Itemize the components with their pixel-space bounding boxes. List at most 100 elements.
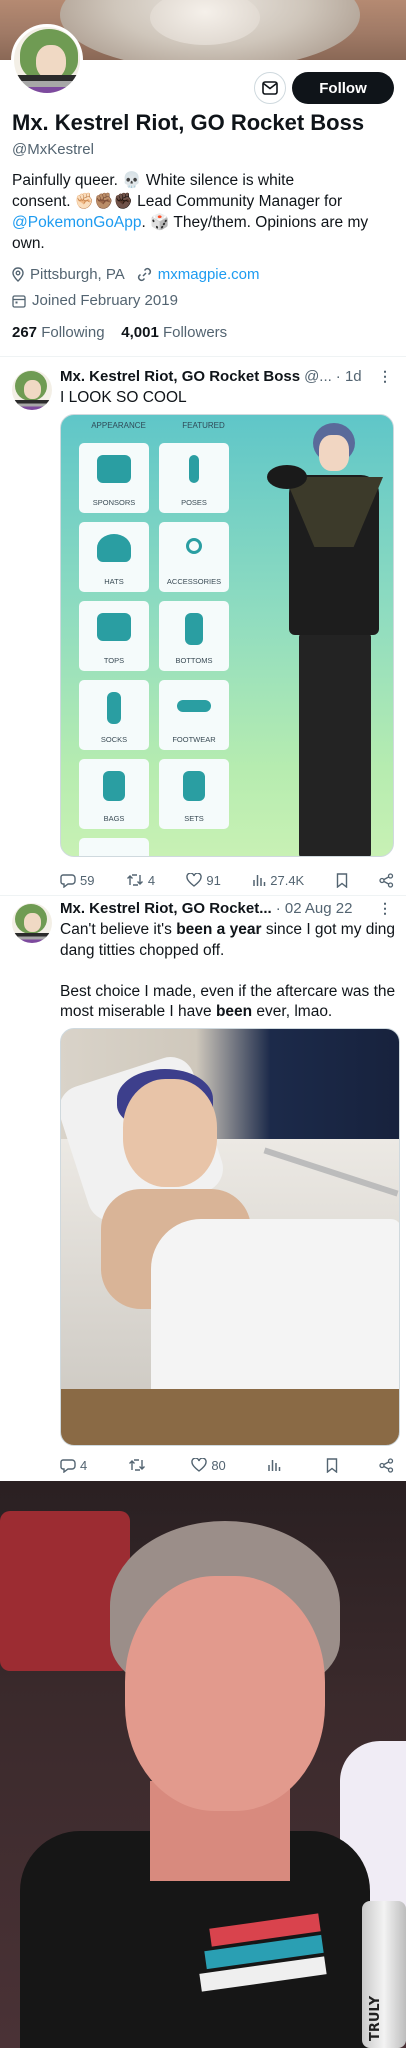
tile-accessories: ACCESSORIES bbox=[159, 522, 229, 592]
views-icon bbox=[253, 875, 266, 886]
share-icon bbox=[379, 872, 394, 888]
like-button[interactable]: 80 bbox=[191, 1458, 226, 1473]
like-count: 91 bbox=[206, 872, 221, 888]
like-button[interactable]: 91 bbox=[186, 872, 221, 888]
bio-line-1: Painfully queer. 💀 White silence is whit… bbox=[12, 172, 295, 189]
pants-icon bbox=[185, 613, 203, 645]
section-divider bbox=[0, 356, 406, 357]
mail-icon bbox=[262, 81, 278, 95]
tile-label: SPONSORS bbox=[92, 498, 136, 507]
tile-sponsors: SPONSORS bbox=[79, 443, 149, 513]
following-count: 267 bbox=[12, 324, 38, 341]
tweet-author-name[interactable]: Mx. Kestrel Riot, GO Rocket Boss bbox=[60, 368, 300, 385]
bookmark-button[interactable] bbox=[326, 1457, 338, 1473]
tile-hats: HATS bbox=[79, 522, 149, 592]
tile-label: POSES bbox=[181, 498, 207, 507]
views-button[interactable]: 27.4K bbox=[252, 873, 304, 888]
retweet-button[interactable] bbox=[128, 1458, 150, 1472]
floor bbox=[61, 1389, 399, 1445]
shoe-icon bbox=[177, 700, 211, 712]
followers-stat[interactable]: 4,001 Followers bbox=[121, 324, 227, 341]
bio-line-4: own. bbox=[12, 235, 45, 252]
following-label: Following bbox=[41, 324, 105, 341]
tile-label: TOPS bbox=[103, 656, 125, 665]
reply-icon bbox=[60, 1458, 76, 1473]
tweet-author-name[interactable]: Mx. Kestrel Riot, GO Rocket... bbox=[60, 900, 272, 917]
tile-bags: BAGS bbox=[79, 759, 149, 829]
more-options-icon[interactable]: ⋮ bbox=[378, 368, 392, 385]
tweet-timestamp[interactable]: · 1d bbox=[336, 368, 362, 385]
avatar-face bbox=[24, 380, 41, 399]
views-button[interactable] bbox=[267, 1458, 285, 1472]
tweet-body: I LOOK SO COOL bbox=[60, 389, 187, 406]
retweet-icon bbox=[129, 1459, 146, 1471]
person-face bbox=[125, 1576, 325, 1811]
location-pin-icon bbox=[12, 267, 24, 282]
profile-handle: @MxKestrel bbox=[12, 141, 94, 158]
profile-joined-row: Joined February 2019 bbox=[12, 292, 178, 309]
avatar-flag-stripe bbox=[12, 400, 52, 410]
reply-button[interactable]: 59 bbox=[60, 873, 94, 888]
tile-footwear: FOOTWEAR bbox=[159, 680, 229, 750]
profile-meta-row: Pittsburgh, PA mxmagpie.com bbox=[12, 266, 259, 283]
appearance-tabs: APPEARANCE FEATURED bbox=[73, 421, 243, 437]
tile-label: HATS bbox=[104, 577, 124, 586]
view-count: 27.4K bbox=[270, 872, 305, 888]
share-button[interactable] bbox=[379, 872, 394, 888]
share-button[interactable] bbox=[379, 1457, 394, 1473]
avatar-character bbox=[261, 415, 393, 856]
retweet-count: 4 bbox=[147, 872, 156, 888]
tweet-header: Mx. Kestrel Riot, GO Rocket Boss @... · … bbox=[60, 368, 362, 385]
selfie-photo[interactable]: TRULY bbox=[0, 1481, 406, 2048]
bookmark-button[interactable] bbox=[336, 872, 348, 888]
more-options-icon[interactable]: ⋮ bbox=[378, 900, 392, 917]
tweet-divider bbox=[0, 895, 406, 896]
tweet-timestamp[interactable]: · 02 Aug 22 bbox=[276, 900, 353, 917]
tweet-text: I LOOK SO COOL bbox=[60, 388, 396, 409]
character-legs bbox=[299, 633, 371, 856]
followers-count: 4,001 bbox=[121, 324, 159, 341]
tweet-avatar[interactable] bbox=[12, 903, 52, 943]
reply-icon bbox=[60, 873, 76, 888]
tile-label: SETS bbox=[184, 814, 204, 823]
views-icon bbox=[268, 1460, 281, 1471]
tweet-media-image[interactable] bbox=[60, 1028, 400, 1446]
tweet-paragraph: Can't believe it's been a year since I g… bbox=[60, 920, 396, 961]
tweet-author-handle[interactable]: @... bbox=[304, 368, 332, 385]
tile-poses: POSES bbox=[159, 443, 229, 513]
calendar-icon bbox=[12, 294, 26, 308]
tile-label: BAGS bbox=[103, 814, 125, 823]
can-label: TRULY bbox=[368, 1995, 383, 2041]
tweet-avatar[interactable] bbox=[12, 370, 52, 410]
tile-socks: SOCKS bbox=[79, 680, 149, 750]
message-button[interactable] bbox=[254, 72, 286, 104]
tab-appearance: APPEARANCE bbox=[91, 421, 146, 430]
tweet-text: Can't believe it's been a year since I g… bbox=[60, 920, 396, 1023]
profile-name: Mx. Kestrel Riot, GO Rocket Boss bbox=[12, 110, 365, 135]
bio-mention-link[interactable]: @PokemonGoApp bbox=[12, 214, 141, 231]
avatar-flag-stripe bbox=[12, 933, 52, 943]
retweet-button[interactable]: 4 bbox=[126, 873, 155, 888]
profile-location: Pittsburgh, PA bbox=[30, 266, 125, 283]
reply-button[interactable]: 4 bbox=[60, 1458, 87, 1473]
link-icon bbox=[137, 267, 151, 282]
profile-avatar[interactable] bbox=[11, 24, 83, 96]
tweet-actions: 59 4 91 27.4K bbox=[60, 869, 394, 891]
tweet-header: Mx. Kestrel Riot, GO Rocket... · 02 Aug … bbox=[60, 900, 352, 917]
profile-website-link[interactable]: mxmagpie.com bbox=[158, 266, 260, 283]
profile-bio: Painfully queer. 💀 White silence is whit… bbox=[12, 170, 394, 254]
character-bird bbox=[267, 465, 307, 489]
profile-stats: 267 Following 4,001 Followers bbox=[12, 324, 227, 341]
avatar-flag-stripe bbox=[14, 75, 80, 93]
tweet-media-image[interactable]: APPEARANCE FEATURED SPONSORS POSES HATS … bbox=[60, 414, 394, 857]
tile-label: SOCKS bbox=[100, 735, 128, 744]
bio-line-3: . 🎲 They/them. Opinions are my bbox=[141, 214, 369, 231]
tweet-text-run: Can't believe it's bbox=[60, 921, 177, 938]
accessories-icon bbox=[186, 538, 202, 554]
character-face bbox=[319, 435, 349, 471]
follow-button[interactable]: Follow bbox=[292, 72, 394, 104]
tweet-text-bold: been a year bbox=[176, 921, 262, 938]
heart-icon bbox=[186, 873, 203, 887]
tile-bottoms: BOTTOMS bbox=[159, 601, 229, 671]
following-stat[interactable]: 267 Following bbox=[12, 324, 105, 341]
